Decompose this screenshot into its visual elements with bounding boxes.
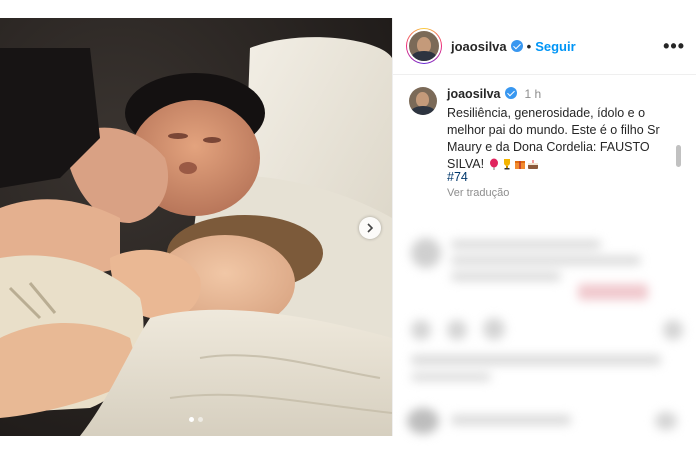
- post-photo[interactable]: [0, 18, 392, 436]
- verified-badge-icon: [510, 40, 523, 52]
- balloon-icon: [489, 158, 498, 170]
- avatar: [407, 29, 441, 63]
- gift-icon: [514, 161, 525, 169]
- caption-username[interactable]: joaosilva: [447, 87, 501, 101]
- hashtag-link[interactable]: #74: [447, 170, 468, 184]
- post-side-panel: joaosilva • Seguir ••• joaosilva 1 h Resili…: [392, 18, 696, 436]
- caption-header: joaosilva 1 h: [447, 87, 541, 101]
- caption-block: joaosilva 1 h Resiliência, generosidade, …: [393, 75, 683, 210]
- caption-scrollbar[interactable]: [676, 145, 681, 167]
- post-timestamp[interactable]: 1 h: [525, 87, 542, 101]
- see-translation-link[interactable]: Ver tradução: [447, 187, 509, 199]
- cake-icon: [527, 160, 538, 169]
- header-username-row: joaosilva • Seguir: [451, 39, 576, 54]
- carousel-dot-active: [189, 417, 194, 422]
- follow-button[interactable]: Seguir: [535, 39, 575, 54]
- story-ring[interactable]: [406, 28, 442, 64]
- carousel-indicator: [0, 417, 392, 422]
- instagram-post: joaosilva • Seguir ••• joaosilva 1 h Resili…: [0, 18, 696, 436]
- username-link[interactable]: joaosilva: [451, 39, 507, 54]
- chevron-right-icon: [367, 223, 374, 233]
- blurred-comments-area: [393, 210, 696, 436]
- carousel-dot: [198, 417, 203, 422]
- next-photo-button[interactable]: [359, 217, 381, 239]
- caption-avatar[interactable]: [409, 87, 437, 115]
- post-header: joaosilva • Seguir •••: [393, 18, 696, 75]
- caption-body: Resiliência, generosidade, ídolo e o mel…: [447, 106, 660, 171]
- verified-badge-icon: [504, 87, 517, 99]
- caption-text: Resiliência, generosidade, ídolo e o mel…: [447, 105, 677, 173]
- more-options-icon[interactable]: •••: [663, 36, 685, 57]
- trophy-icon: [503, 159, 510, 170]
- photo-illustration: [0, 18, 392, 436]
- separator-dot: •: [526, 39, 532, 54]
